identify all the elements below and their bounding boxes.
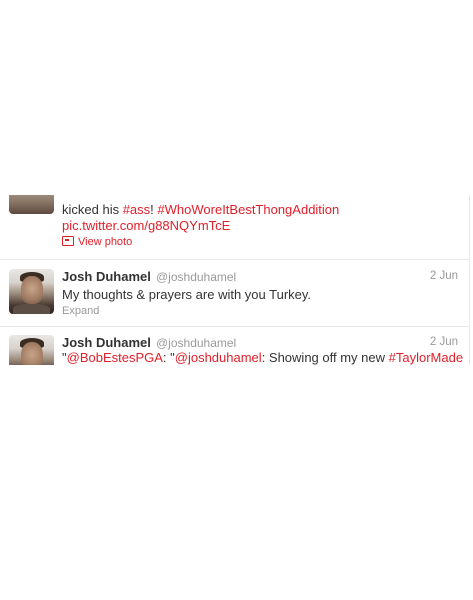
hashtag-link[interactable]: #WhoWoreItBestThongAddition bbox=[157, 202, 339, 217]
avatar[interactable] bbox=[9, 269, 54, 314]
hashtag-link[interactable]: #ass bbox=[123, 202, 150, 217]
tweet-text: "@BobEstesPGA: "@joshduhamel: Showing of… bbox=[62, 350, 464, 365]
avatar[interactable] bbox=[9, 335, 54, 365]
author-handle[interactable]: @joshduhamel bbox=[156, 270, 236, 284]
tweet-date[interactable]: 2 Jun bbox=[430, 336, 458, 348]
author-name[interactable]: Josh Duhamel bbox=[62, 269, 151, 284]
expand-link[interactable]: Expand bbox=[62, 305, 99, 317]
tweet-item[interactable]: Josh Duhamel @joshduhamel 2 Jun "@BobEst… bbox=[0, 327, 469, 365]
hashtag-link[interactable]: #TaylorMade bbox=[389, 350, 463, 365]
tweet-timeline: kicked his #ass! #WhoWoreItBestThongAddi… bbox=[0, 195, 471, 365]
tweet-item[interactable]: kicked his #ass! #WhoWoreItBestThongAddi… bbox=[0, 195, 469, 259]
mention-link[interactable]: @joshduhamel bbox=[175, 350, 262, 365]
tweet-item[interactable]: Josh Duhamel @joshduhamel 2 Jun My thoug… bbox=[0, 260, 469, 326]
avatar[interactable] bbox=[9, 195, 54, 214]
view-photo-link[interactable]: View photo bbox=[62, 236, 132, 248]
timeline-border bbox=[469, 195, 470, 365]
tweet-text: My thoughts & prayers are with you Turke… bbox=[62, 287, 312, 302]
tweet-date[interactable]: 2 Jun bbox=[430, 270, 458, 282]
author-name[interactable]: Josh Duhamel bbox=[62, 335, 151, 350]
photo-icon bbox=[62, 236, 74, 246]
author-handle[interactable]: @joshduhamel bbox=[156, 336, 236, 350]
mention-link[interactable]: @BobEstesPGA bbox=[67, 350, 163, 365]
pic-link[interactable]: pic.twitter.com/g88NQYmTcE bbox=[62, 218, 230, 233]
tweet-text: kicked his #ass! #WhoWoreItBestThongAddi… bbox=[62, 202, 340, 217]
